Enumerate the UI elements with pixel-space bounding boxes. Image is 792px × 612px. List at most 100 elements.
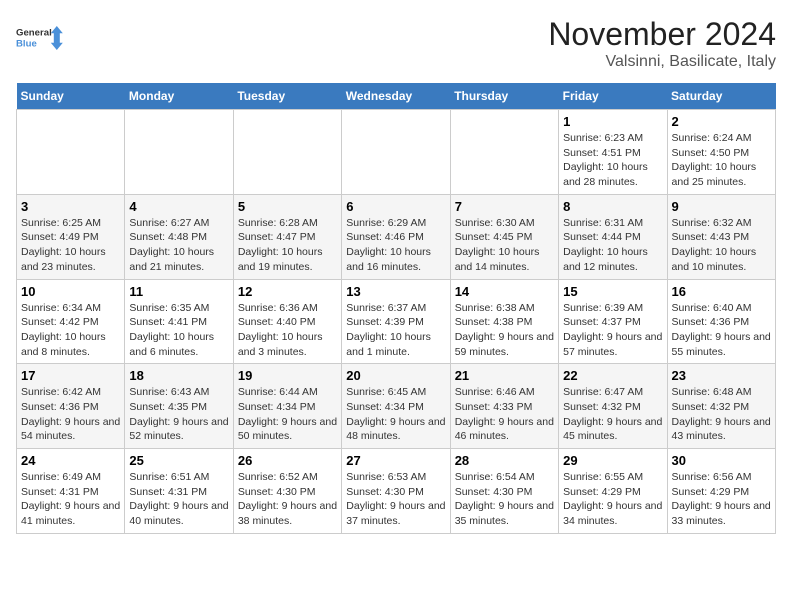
calendar-cell [233,110,341,195]
calendar-cell: 13Sunrise: 6:37 AM Sunset: 4:39 PM Dayli… [342,279,450,364]
day-info: Sunrise: 6:27 AM Sunset: 4:48 PM Dayligh… [129,216,228,275]
day-info: Sunrise: 6:29 AM Sunset: 4:46 PM Dayligh… [346,216,445,275]
calendar-cell: 27 Sunrise: 6:53 AM Sunset: 4:30 PM Dayli… [342,449,450,534]
week-row-5: 24 Sunrise: 6:49 AM Sunset: 4:31 PM Dayli… [17,449,776,534]
day-info: Sunrise: 6:25 AM Sunset: 4:49 PM Dayligh… [21,216,120,275]
header-thursday: Thursday [450,83,558,110]
header-saturday: Saturday [667,83,775,110]
day-info: Sunrise: 6:55 AM Sunset: 4:29 PM Dayligh… [563,470,662,529]
day-info: Sunrise: 6:44 AM Sunset: 4:34 PM Dayligh… [238,385,337,444]
logo-svg: General Blue [16,16,64,60]
day-number: 29 [563,453,662,468]
calendar-cell: 14 Sunrise: 6:38 AM Sunset: 4:38 PM Dayli… [450,279,558,364]
title-block: November 2024 Valsinni, Basilicate, Ital… [548,16,776,71]
calendar-cell: 30 Sunrise: 6:56 AM Sunset: 4:29 PM Dayli… [667,449,775,534]
day-number: 18 [129,368,228,383]
header-friday: Friday [559,83,667,110]
calendar-cell: 9Sunrise: 6:32 AM Sunset: 4:43 PM Daylig… [667,194,775,279]
page-header: General Blue November 2024 Valsinni, Bas… [16,16,776,71]
calendar-header-row: SundayMondayTuesdayWednesdayThursdayFrid… [17,83,776,110]
day-info: Sunrise: 6:48 AM Sunset: 4:32 PM Dayligh… [672,385,771,444]
week-row-1: 1 Sunrise: 6:23 AM Sunset: 4:51 PM Daylig… [17,110,776,195]
day-number: 21 [455,368,554,383]
header-monday: Monday [125,83,233,110]
calendar-cell: 15 Sunrise: 6:39 AM Sunset: 4:37 PM Dayli… [559,279,667,364]
day-number: 14 [455,284,554,299]
day-number: 16 [672,284,771,299]
day-number: 1 [563,114,662,129]
calendar-cell: 12 Sunrise: 6:36 AM Sunset: 4:40 PM Dayli… [233,279,341,364]
day-info: Sunrise: 6:45 AM Sunset: 4:34 PM Dayligh… [346,385,445,444]
week-row-4: 17 Sunrise: 6:42 AM Sunset: 4:36 PM Dayli… [17,364,776,449]
day-number: 3 [21,199,120,214]
day-info: Sunrise: 6:38 AM Sunset: 4:38 PM Dayligh… [455,301,554,360]
day-info: Sunrise: 6:32 AM Sunset: 4:43 PM Dayligh… [672,216,771,275]
day-number: 27 [346,453,445,468]
calendar-cell [342,110,450,195]
calendar-cell: 1 Sunrise: 6:23 AM Sunset: 4:51 PM Daylig… [559,110,667,195]
calendar-cell: 24 Sunrise: 6:49 AM Sunset: 4:31 PM Dayli… [17,449,125,534]
day-number: 15 [563,284,662,299]
week-row-3: 10 Sunrise: 6:34 AM Sunset: 4:42 PM Dayli… [17,279,776,364]
day-number: 26 [238,453,337,468]
calendar-cell [17,110,125,195]
day-info: Sunrise: 6:54 AM Sunset: 4:30 PM Dayligh… [455,470,554,529]
week-row-2: 3 Sunrise: 6:25 AM Sunset: 4:49 PM Daylig… [17,194,776,279]
day-info: Sunrise: 6:37 AM Sunset: 4:39 PM Dayligh… [346,301,445,360]
day-number: 5 [238,199,337,214]
calendar-table: SundayMondayTuesdayWednesdayThursdayFrid… [16,83,776,534]
day-info: Sunrise: 6:23 AM Sunset: 4:51 PM Dayligh… [563,131,662,190]
day-info: Sunrise: 6:47 AM Sunset: 4:32 PM Dayligh… [563,385,662,444]
calendar-cell: 26Sunrise: 6:52 AM Sunset: 4:30 PM Dayli… [233,449,341,534]
day-info: Sunrise: 6:39 AM Sunset: 4:37 PM Dayligh… [563,301,662,360]
day-number: 17 [21,368,120,383]
calendar-cell: 21 Sunrise: 6:46 AM Sunset: 4:33 PM Dayli… [450,364,558,449]
svg-text:General: General [16,28,52,39]
day-number: 30 [672,453,771,468]
calendar-cell: 29 Sunrise: 6:55 AM Sunset: 4:29 PM Dayli… [559,449,667,534]
calendar-cell: 18Sunrise: 6:43 AM Sunset: 4:35 PM Dayli… [125,364,233,449]
header-tuesday: Tuesday [233,83,341,110]
day-number: 12 [238,284,337,299]
day-info: Sunrise: 6:56 AM Sunset: 4:29 PM Dayligh… [672,470,771,529]
calendar-cell: 7Sunrise: 6:30 AM Sunset: 4:45 PM Daylig… [450,194,558,279]
calendar-cell: 16 Sunrise: 6:40 AM Sunset: 4:36 PM Dayli… [667,279,775,364]
day-number: 22 [563,368,662,383]
calendar-cell: 17 Sunrise: 6:42 AM Sunset: 4:36 PM Dayli… [17,364,125,449]
day-info: Sunrise: 6:36 AM Sunset: 4:40 PM Dayligh… [238,301,337,360]
day-number: 2 [672,114,771,129]
calendar-cell: 3 Sunrise: 6:25 AM Sunset: 4:49 PM Daylig… [17,194,125,279]
calendar-cell: 5 Sunrise: 6:28 AM Sunset: 4:47 PM Daylig… [233,194,341,279]
day-info: Sunrise: 6:24 AM Sunset: 4:50 PM Dayligh… [672,131,771,190]
day-number: 6 [346,199,445,214]
calendar-cell: 25Sunrise: 6:51 AM Sunset: 4:31 PM Dayli… [125,449,233,534]
day-number: 7 [455,199,554,214]
day-number: 19 [238,368,337,383]
calendar-cell: 22 Sunrise: 6:47 AM Sunset: 4:32 PM Dayli… [559,364,667,449]
day-number: 24 [21,453,120,468]
day-number: 28 [455,453,554,468]
calendar-cell: 19 Sunrise: 6:44 AM Sunset: 4:34 PM Dayli… [233,364,341,449]
day-info: Sunrise: 6:28 AM Sunset: 4:47 PM Dayligh… [238,216,337,275]
day-info: Sunrise: 6:34 AM Sunset: 4:42 PM Dayligh… [21,301,120,360]
logo: General Blue [16,16,64,60]
day-info: Sunrise: 6:42 AM Sunset: 4:36 PM Dayligh… [21,385,120,444]
calendar-cell: 10 Sunrise: 6:34 AM Sunset: 4:42 PM Dayli… [17,279,125,364]
calendar-cell: 4 Sunrise: 6:27 AM Sunset: 4:48 PM Daylig… [125,194,233,279]
header-sunday: Sunday [17,83,125,110]
calendar-cell: 6 Sunrise: 6:29 AM Sunset: 4:46 PM Daylig… [342,194,450,279]
calendar-cell [450,110,558,195]
day-info: Sunrise: 6:40 AM Sunset: 4:36 PM Dayligh… [672,301,771,360]
calendar-cell: 11Sunrise: 6:35 AM Sunset: 4:41 PM Dayli… [125,279,233,364]
day-number: 4 [129,199,228,214]
day-info: Sunrise: 6:53 AM Sunset: 4:30 PM Dayligh… [346,470,445,529]
day-number: 11 [129,284,228,299]
day-info: Sunrise: 6:51 AM Sunset: 4:31 PM Dayligh… [129,470,228,529]
day-info: Sunrise: 6:49 AM Sunset: 4:31 PM Dayligh… [21,470,120,529]
month-title: November 2024 [548,16,776,53]
header-wednesday: Wednesday [342,83,450,110]
day-number: 10 [21,284,120,299]
day-number: 8 [563,199,662,214]
day-info: Sunrise: 6:46 AM Sunset: 4:33 PM Dayligh… [455,385,554,444]
day-info: Sunrise: 6:31 AM Sunset: 4:44 PM Dayligh… [563,216,662,275]
